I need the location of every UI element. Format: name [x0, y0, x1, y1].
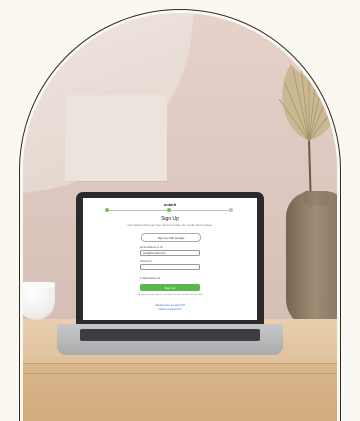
arch-frame-outline	[19, 9, 341, 421]
photo-scene: ontarit Sign Up Get started with your fr…	[0, 0, 360, 421]
